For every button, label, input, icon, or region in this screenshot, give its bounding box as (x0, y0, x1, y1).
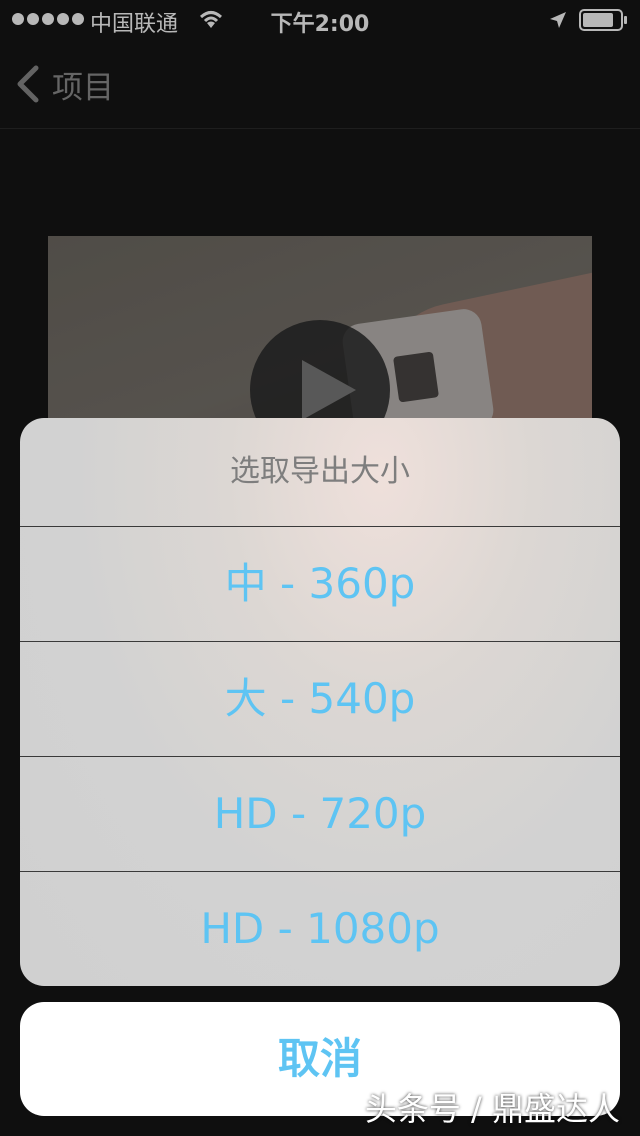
export-option-1080p[interactable]: HD - 1080p (20, 872, 620, 986)
export-size-action-sheet: 选取导出大小 中 - 360p 大 - 540p HD - 720p HD - … (20, 418, 620, 986)
watermark-divider (300, 1112, 336, 1114)
screen: 中国联通 下午2:00 项目 选取导出大小 中 - 360p 大 - 540p … (0, 0, 640, 1136)
export-option-540p[interactable]: 大 - 540p (20, 642, 620, 757)
action-sheet-title: 选取导出大小 (20, 418, 620, 527)
export-option-720p[interactable]: HD - 720p (20, 757, 620, 872)
watermark: 头条号 / 鼎盛达人 (364, 1090, 620, 1128)
export-option-360p[interactable]: 中 - 360p (20, 527, 620, 642)
